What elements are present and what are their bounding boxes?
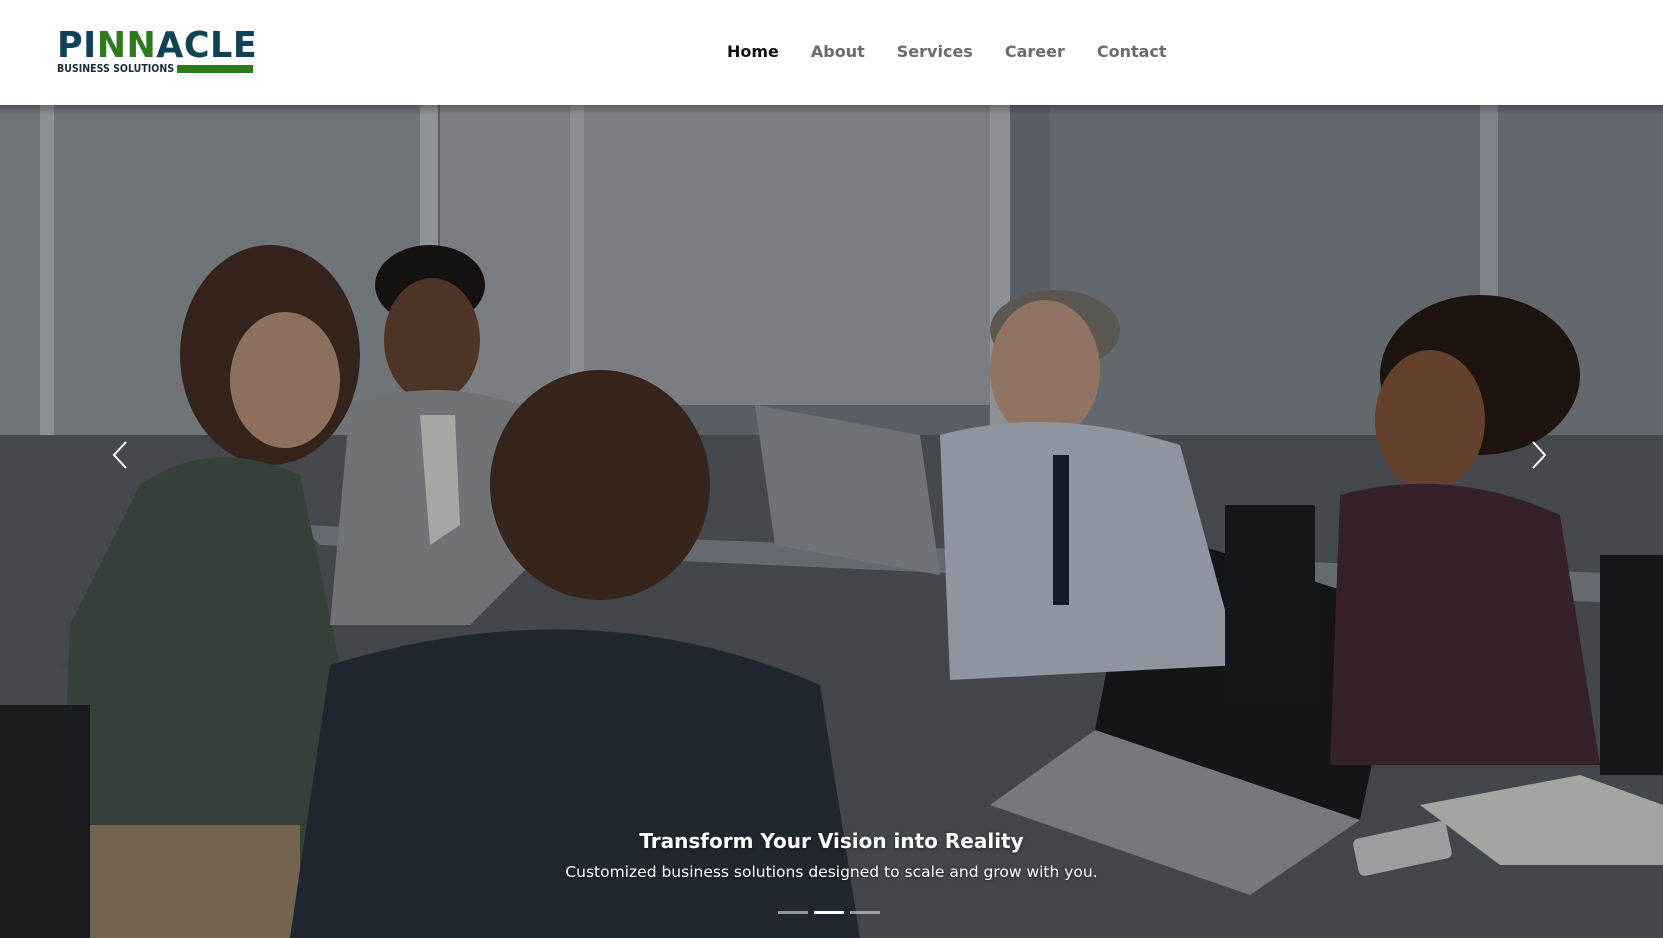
hero-carousel: Transform Your Vision into Reality Custo… [0,105,1663,938]
nav-item-contact[interactable]: Contact [1097,42,1167,61]
nav-item-home[interactable]: Home [727,42,779,61]
site-header: PINNACLE BUSINESS SOLUTIONS Home About S… [0,0,1663,105]
chevron-right-icon [1532,441,1547,469]
brand-logo[interactable]: PINNACLE BUSINESS SOLUTIONS [57,25,258,78]
hero-caption: Transform Your Vision into Reality Custo… [0,827,1663,883]
chevron-left-icon [112,441,127,469]
hero-subtitle: Customized business solutions designed t… [565,863,1098,881]
carousel-indicator-3[interactable] [850,911,880,914]
hero-title: Transform Your Vision into Reality [639,829,1024,853]
carousel-indicator-2[interactable] [814,911,844,914]
nav-item-career[interactable]: Career [1005,42,1065,61]
logo-wordmark: PINNACLE [57,25,258,67]
logo-accent-bar [177,65,253,73]
carousel-prev-button[interactable] [100,425,140,485]
carousel-indicator-1[interactable] [778,911,808,914]
nav-item-services[interactable]: Services [897,42,973,61]
header-shadow [0,105,1663,115]
nav-item-about[interactable]: About [811,42,865,61]
hero-dim-overlay [0,105,1663,938]
logo-tagline: BUSINESS SOLUTIONS [57,62,175,75]
main-nav: Home About Services Career Contact [727,38,1167,64]
carousel-next-button[interactable] [1519,425,1559,485]
carousel-indicators [778,911,880,914]
